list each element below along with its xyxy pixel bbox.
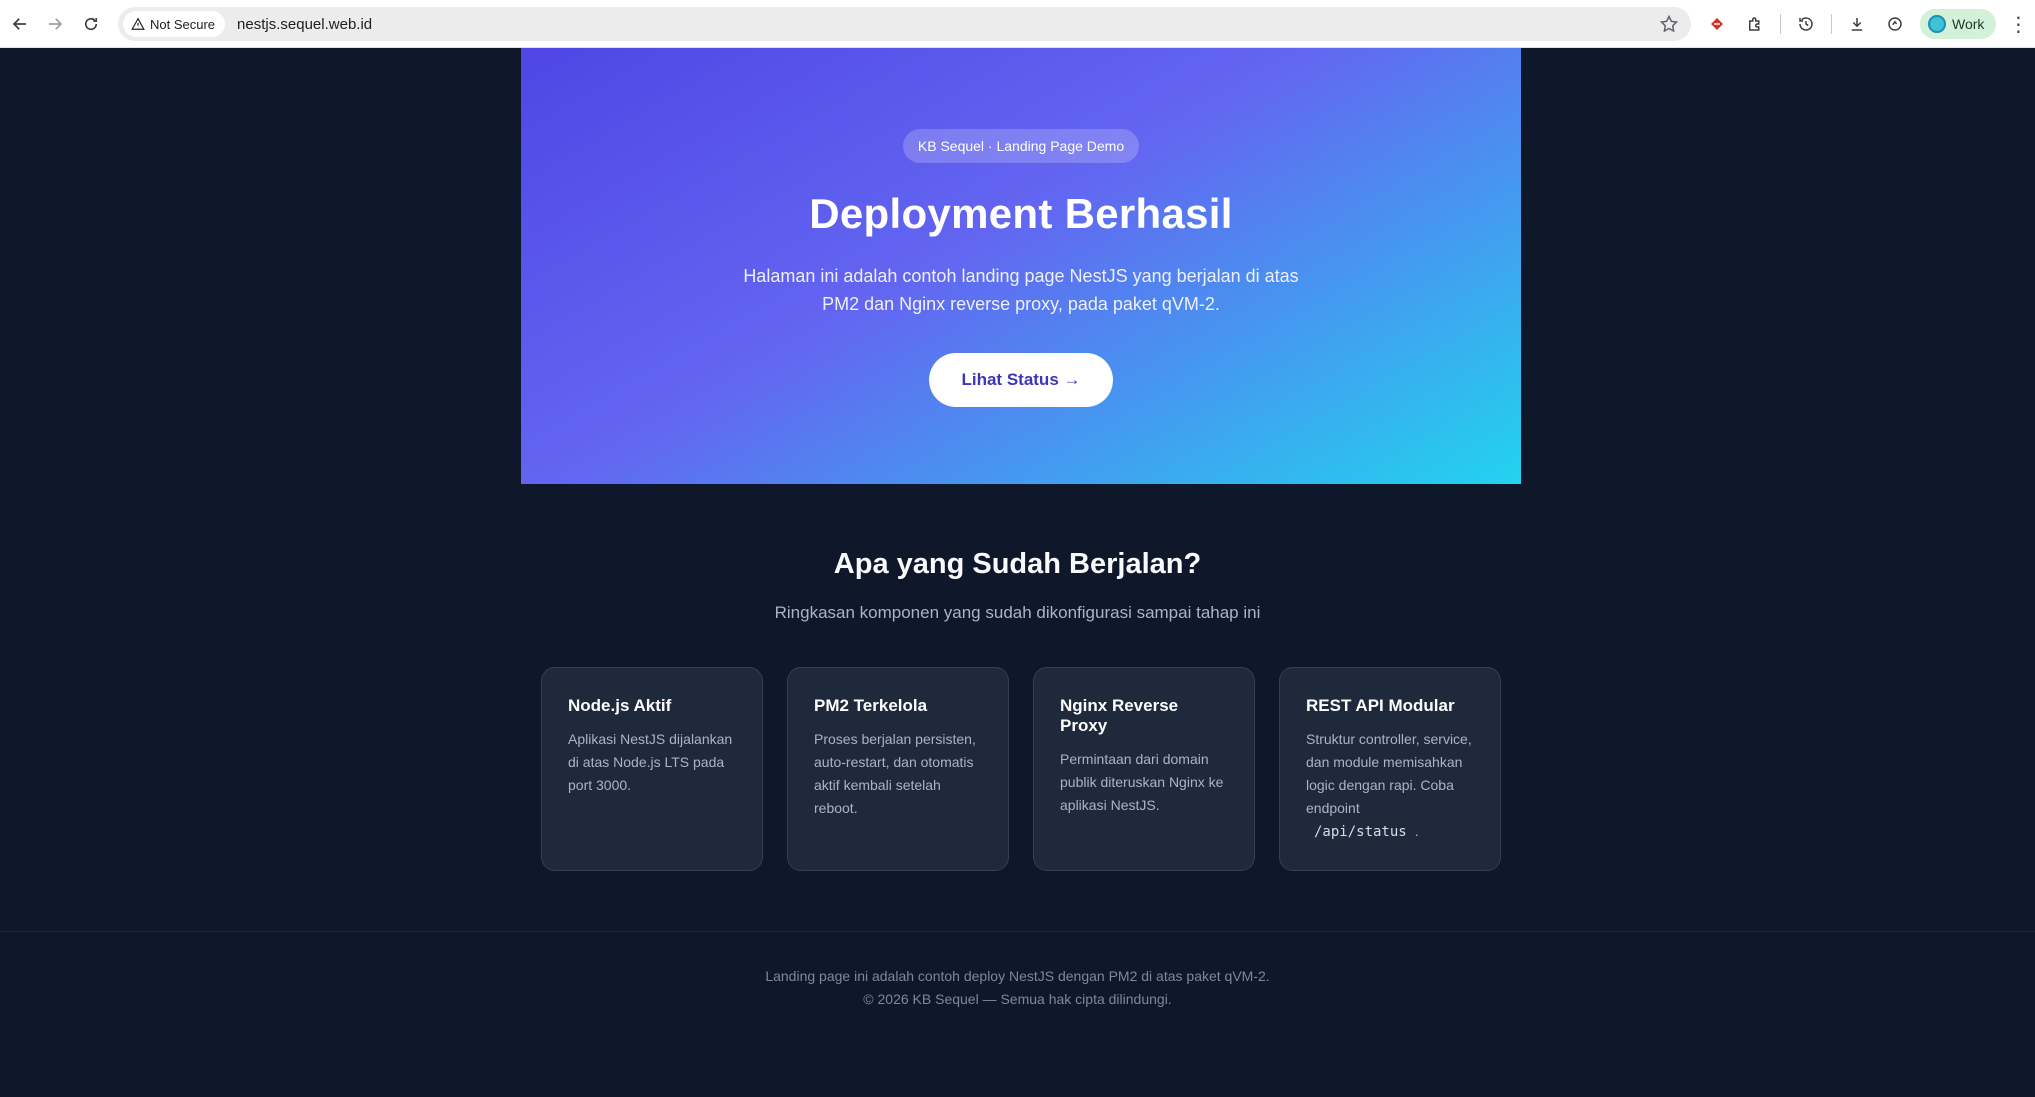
bookmark-star-icon[interactable] <box>1659 14 1679 34</box>
reload-icon[interactable] <box>74 7 108 41</box>
feature-card-description: Aplikasi NestJS dijalankan di atas Node.… <box>568 731 733 793</box>
hero-description: Halaman ini adalah contoh landing page N… <box>743 266 1299 314</box>
footer-copyright: © 2026 KB Sequel — Semua hak cipta dilin… <box>863 991 1172 1007</box>
feature-card-description: Struktur controller, service, dan module… <box>1306 728 1474 844</box>
feature-card: PM2 Terkelola Proses berjalan persisten,… <box>787 667 1009 871</box>
back-icon[interactable] <box>3 7 37 41</box>
toolbar-actions: Work ⋮ <box>1700 7 2030 41</box>
description-suffix: . <box>1414 823 1419 839</box>
feature-card-title: PM2 Terkelola <box>814 696 928 715</box>
history-icon[interactable] <box>1789 7 1823 41</box>
hero-section: KB Sequel · Landing Page Demo Deployment… <box>521 48 1521 484</box>
feature-card: Node.js Aktif Aplikasi NestJS dijalankan… <box>541 667 763 871</box>
extensions-puzzle-icon[interactable] <box>1738 7 1772 41</box>
toolbar-divider <box>1831 14 1832 34</box>
download-icon[interactable] <box>1840 7 1874 41</box>
feature-card-description: Proses berjalan persisten, auto-restart,… <box>814 731 976 816</box>
forward-icon[interactable] <box>38 7 72 41</box>
page-footer: Landing page ini adalah contoh deploy Ne… <box>0 931 2035 1097</box>
feature-card: REST API Modular Struktur controller, se… <box>1279 667 1501 871</box>
url-text[interactable]: nestjs.sequel.web.id <box>237 16 372 33</box>
profile-label: Work <box>1952 16 1985 32</box>
feature-card-description-text: Struktur controller, service, dan module… <box>1306 731 1472 816</box>
browser-toolbar: Not Secure nestjs.sequel.web.id Work ⋮ <box>0 0 2035 48</box>
feature-card: Nginx Reverse Proxy Permintaan dari doma… <box>1033 667 1255 871</box>
security-chip[interactable]: Not Secure <box>123 11 226 37</box>
security-label: Not Secure <box>150 16 216 32</box>
hero-title: Deployment Berhasil <box>809 190 1233 237</box>
performance-icon[interactable] <box>1878 7 1912 41</box>
feature-card-title: REST API Modular <box>1306 696 1455 715</box>
profile-button[interactable]: Work <box>1920 9 1997 39</box>
warning-icon <box>131 17 145 30</box>
toolbar-divider <box>1780 14 1781 34</box>
view-status-button[interactable]: Lihat Status → <box>929 353 1113 407</box>
address-bar[interactable]: Not Secure nestjs.sequel.web.id <box>118 7 1691 41</box>
features-title: Apa yang Sudah Berjalan? <box>833 548 1202 580</box>
extension-red-icon[interactable] <box>1700 7 1734 41</box>
footer-line-1: Landing page ini adalah contoh deploy Ne… <box>765 968 1270 984</box>
api-endpoint-code: /api/status <box>1306 824 1415 840</box>
feature-card-title: Nginx Reverse Proxy <box>1060 696 1179 735</box>
feature-cards: Node.js Aktif Aplikasi NestJS dijalankan… <box>541 667 1501 871</box>
profile-avatar-icon <box>1928 15 1946 33</box>
features-subtitle: Ringkasan komponen yang sudah dikonfigur… <box>774 603 1261 622</box>
hero-badge: KB Sequel · Landing Page Demo <box>902 129 1140 163</box>
feature-card-title: Node.js Aktif <box>568 696 672 715</box>
feature-card-description: Permintaan dari domain publik diteruskan… <box>1060 751 1224 813</box>
menu-kebab-icon[interactable]: ⋮ <box>2006 7 2030 41</box>
